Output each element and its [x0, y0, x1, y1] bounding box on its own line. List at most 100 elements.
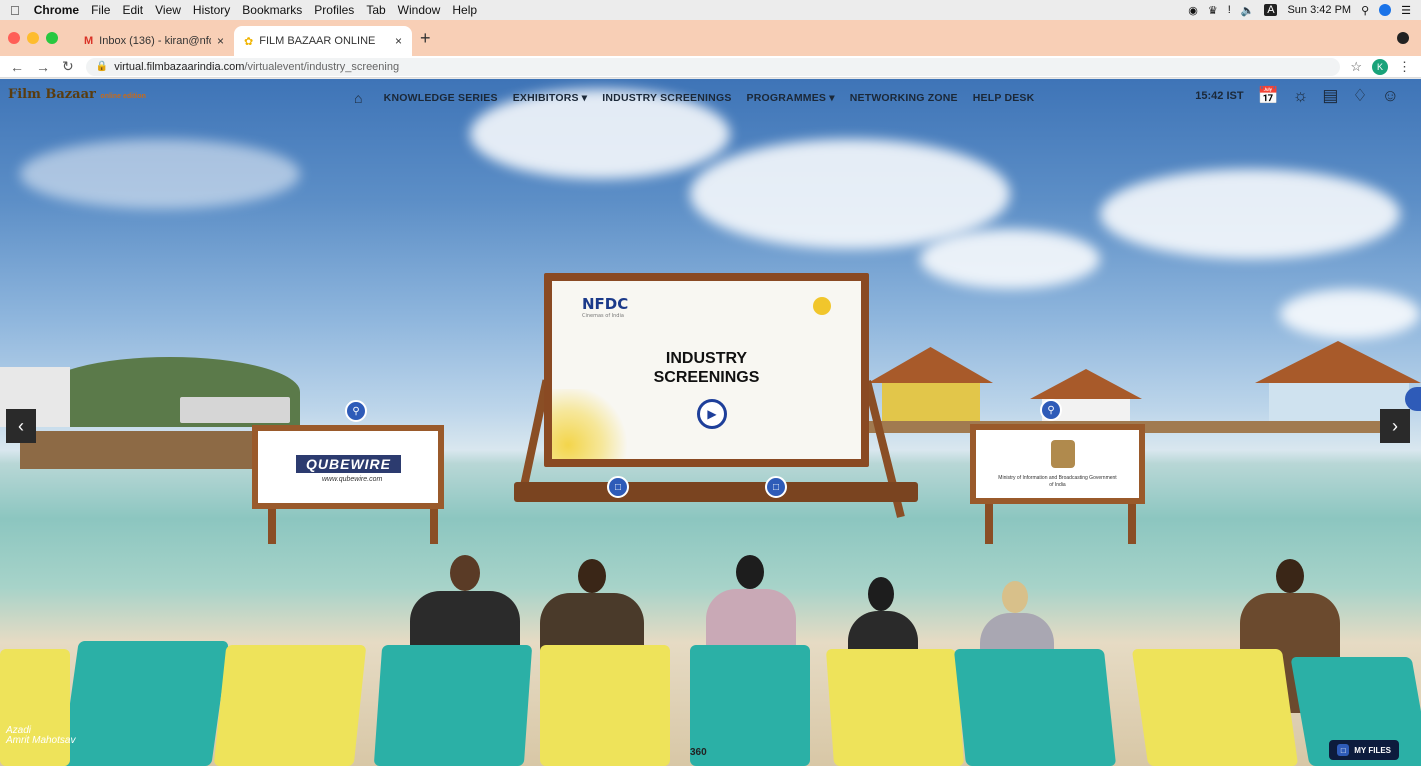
reload-icon[interactable]: ↻ — [62, 58, 74, 75]
cloud — [20, 139, 300, 209]
hands-icon[interactable]: ♛ — [1208, 4, 1218, 17]
minimize-window-button[interactable] — [27, 32, 39, 44]
bell-icon[interactable]: ♢ — [1352, 87, 1367, 104]
ministry-board[interactable]: Ministry of Information and Broadcasting… — [970, 424, 1145, 504]
tab-gmail[interactable]: M Inbox (136) - kiran@nfdcindia... × — [74, 26, 234, 56]
tab-film-bazaar[interactable]: ✿ FILM BAZAAR ONLINE × — [234, 26, 412, 56]
spotlight-icon[interactable]: ⚲ — [1361, 4, 1369, 17]
document-hotspot-icon[interactable]: □ — [765, 476, 787, 498]
home-icon[interactable]: ⌂ — [354, 90, 363, 106]
ministry-caption: Ministry of Information and Broadcasting… — [998, 475, 1117, 488]
nav-industry-screenings[interactable]: INDUSTRY SCREENINGS — [602, 92, 731, 104]
eye-icon[interactable]: ◉ — [1188, 4, 1198, 17]
beach-chair — [690, 645, 810, 766]
search-hotspot-icon[interactable]: ⚲ — [345, 400, 367, 422]
profile-icon[interactable]: ☺ — [1382, 87, 1399, 104]
document-hotspot-icon[interactable]: □ — [607, 476, 629, 498]
browser-toolbar: ← → ↻ 🔒 virtual.filmbazaarindia.com /vir… — [0, 56, 1421, 78]
url-domain: virtual.filmbazaarindia.com — [114, 60, 245, 73]
search-hotspot-icon[interactable]: ⚲ — [1040, 399, 1062, 421]
screen-title: INDUSTRY SCREENINGS — [653, 350, 760, 386]
screen-display: NFDC Cinemas of India INDUSTRY SCREENING… — [552, 281, 861, 459]
menu-app-name[interactable]: Chrome — [34, 3, 79, 17]
menu-view[interactable]: View — [155, 3, 181, 17]
beach-chair — [1131, 649, 1299, 766]
beach-chair — [540, 645, 670, 766]
menu-file[interactable]: File — [91, 3, 110, 17]
profile-avatar[interactable]: K — [1372, 58, 1388, 75]
azadi-ka-amrit-mahotsav-logo: Azadi Amrit Mahotsav — [6, 725, 76, 746]
siri-icon[interactable] — [1379, 4, 1392, 16]
beach-chair — [0, 649, 70, 766]
control-center-icon[interactable]: ☰ — [1401, 4, 1411, 17]
menu-profiles[interactable]: Profiles — [314, 3, 354, 17]
nav-exhibitors[interactable]: EXHIBITORS ▾ — [513, 92, 588, 104]
site-navbar: Film Bazaar online edition ⌂ KNOWLEDGE S… — [0, 79, 1421, 115]
url-path: /virtualevent/industry_screening — [244, 60, 400, 73]
back-icon[interactable]: ← — [10, 59, 24, 75]
menu-help[interactable]: Help — [452, 3, 477, 17]
beach-chair — [61, 641, 229, 766]
current-time: 15:42 IST — [1195, 89, 1244, 102]
macos-menubar:  Chrome File Edit View History Bookmark… — [0, 0, 1421, 20]
volume-icon[interactable]: 🔈 — [1241, 4, 1255, 17]
forward-icon[interactable]: → — [36, 59, 50, 75]
beach-chair — [373, 645, 533, 766]
qubewire-url: www.qubewire.com — [322, 476, 383, 483]
view-360-button[interactable]: 360 — [690, 747, 707, 758]
beach-chair — [953, 649, 1117, 766]
nav-help-desk[interactable]: HELP DESK — [973, 92, 1035, 104]
chat-icon[interactable]: ▤ — [1322, 87, 1338, 104]
nav-networking-zone[interactable]: NETWORKING ZONE — [850, 92, 958, 104]
pier — [20, 431, 260, 469]
virtual-event-scene[interactable]: NFDC Cinemas of India INDUSTRY SCREENING… — [0, 79, 1421, 766]
cloud — [920, 229, 1100, 289]
globe-icon[interactable]: ☼ — [1293, 87, 1309, 104]
zoom-window-button[interactable] — [46, 32, 58, 44]
tab-label: FILM BAZAAR ONLINE — [259, 35, 376, 47]
nav-knowledge-series[interactable]: KNOWLEDGE SERIES — [384, 92, 498, 104]
keyboard-icon[interactable]: A — [1264, 4, 1278, 16]
close-window-button[interactable] — [8, 32, 20, 44]
gmail-icon: M — [84, 35, 94, 47]
qubewire-logo: QUBEWIRE — [296, 455, 401, 473]
calendar-icon[interactable]: 📅 — [1258, 87, 1279, 104]
new-tab-button[interactable]: + — [420, 28, 431, 49]
filmbazaar-icon: ✿ — [244, 35, 254, 48]
nav-utilities: 15:42 IST 📅 ☼ ▤ ♢ ☺ — [1195, 87, 1399, 104]
film-bazaar-logo[interactable]: Film Bazaar online edition — [8, 87, 146, 102]
menu-window[interactable]: Window — [398, 3, 441, 17]
qubewire-sponsor-board[interactable]: QUBEWIRE www.qubewire.com — [252, 425, 444, 509]
my-files-button[interactable]: □ MY FILES — [1329, 740, 1399, 760]
menubar-clock[interactable]: Sun 3:42 PM — [1287, 4, 1351, 16]
close-tab-icon[interactable]: × — [217, 34, 224, 48]
nfdc-logo: NFDC Cinemas of India — [582, 295, 629, 319]
menu-tab[interactable]: Tab — [366, 3, 385, 17]
lock-icon[interactable]: 🔒 — [96, 61, 108, 72]
national-emblem-icon — [1051, 440, 1075, 468]
menu-bookmarks[interactable]: Bookmarks — [242, 3, 302, 17]
chrome-menu-icon[interactable]: ⋮ — [1398, 59, 1411, 75]
screen-platform — [514, 482, 918, 502]
menu-edit[interactable]: Edit — [122, 3, 143, 17]
menu-history[interactable]: History — [193, 3, 230, 17]
nav-programmes[interactable]: PROGRAMMES ▾ — [747, 92, 835, 104]
play-button[interactable]: ▶ — [697, 399, 727, 429]
close-tab-icon[interactable]: × — [395, 34, 402, 48]
beach-chair — [213, 645, 367, 766]
cloud — [1100, 169, 1400, 259]
next-scene-button[interactable]: › — [1380, 409, 1410, 443]
status-area: ◉ ♛ ! 🔈 A Sun 3:42 PM ⚲ ☰ — [1188, 4, 1411, 17]
info-icon[interactable]: ! — [1228, 4, 1231, 16]
film-bazaar-badge-icon — [813, 297, 831, 315]
tab-label: Inbox (136) - kiran@nfdcindia... — [99, 35, 211, 47]
industry-screening-screen[interactable]: NFDC Cinemas of India INDUSTRY SCREENING… — [544, 273, 869, 467]
yacht — [180, 397, 290, 423]
previous-scene-button[interactable]: ‹ — [6, 409, 36, 443]
apple-icon[interactable]:  — [10, 3, 20, 18]
main-nav: ⌂ KNOWLEDGE SERIES EXHIBITORS ▾ INDUSTRY… — [354, 90, 1034, 106]
tab-search-icon[interactable] — [1397, 32, 1409, 44]
address-bar[interactable]: 🔒 virtual.filmbazaarindia.com /virtualev… — [85, 57, 1341, 76]
browser-tabbar: M Inbox (136) - kiran@nfdcindia... × ✿ F… — [0, 20, 1421, 56]
bookmark-star-icon[interactable]: ☆ — [1350, 59, 1362, 75]
